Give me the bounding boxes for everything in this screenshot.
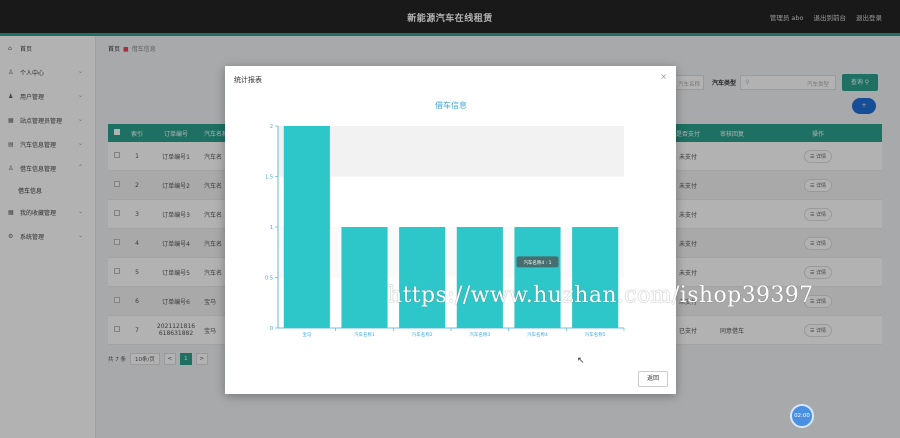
y-tick-label: 0.5 (265, 276, 273, 282)
x-tick-label: 宝马 (302, 331, 311, 338)
x-tick-label: 汽车名称1 (354, 331, 375, 338)
clock-badge[interactable]: 02:00 (790, 404, 814, 428)
bar-1 (283, 126, 330, 328)
bar-6 (572, 227, 619, 328)
chart-tooltip-text: 汽车名称4 : 1 (523, 259, 551, 266)
bar-4 (456, 227, 503, 328)
watermark-text: https://www.huzhan.com/ishop39397 (388, 283, 814, 308)
y-tick-label: 0 (270, 326, 273, 332)
y-tick-label: 2 (270, 124, 273, 130)
bar-2 (341, 227, 388, 328)
y-tick-label: 1.5 (265, 175, 273, 181)
x-tick-label: 汽车名称5 (585, 331, 606, 338)
bar-3 (399, 227, 446, 328)
back-button[interactable]: 返回 (638, 371, 668, 387)
stats-modal: 统计报表 × 借车信息 0 0.5 1 1.5 2 宝马 汽车名称1 汽车名称2 汽车名称3 汽车名… (225, 66, 676, 394)
bar-chart: 借车信息 0 0.5 1 1.5 2 宝马 汽车名称1 汽车名称2 汽车名称3 汽车名称4 汽车名称5… (265, 100, 625, 338)
x-tick-label: 汽车名称3 (469, 331, 490, 338)
x-tick-label: 汽车名称2 (412, 331, 433, 338)
y-tick-label: 1 (270, 225, 273, 231)
x-tick-label: 汽车名称4 (527, 331, 548, 338)
bar-5 (514, 227, 561, 328)
chart-title: 借车信息 (435, 100, 467, 110)
mouse-cursor-icon: ↖ (577, 356, 585, 366)
